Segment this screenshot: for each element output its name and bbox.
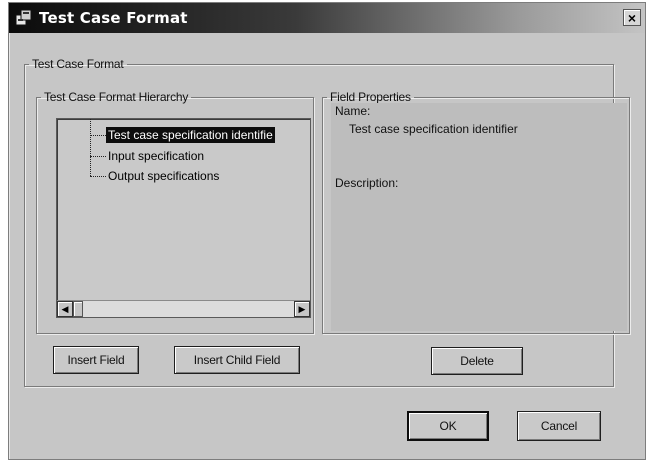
insert-field-button[interactable]: Insert Field [53,346,139,374]
field-properties-group-label: Field Properties [330,90,411,104]
tree-item-input-spec[interactable]: Input specification [106,148,206,164]
tree-item-label: Input specification [108,149,205,163]
arrow-left-icon: ◀ [61,303,69,314]
tree-item-label: Test case specification identifie [108,128,273,142]
name-label: Name: [335,104,371,118]
close-icon: × [627,9,637,26]
test-case-format-group-label: Test Case Format [32,57,124,71]
hierarchy-tree[interactable]: Test case specification identifie Input … [56,118,311,318]
description-label: Description: [335,176,399,190]
tree-item-test-case-spec-id[interactable]: Test case specification identifie [106,127,275,143]
tree-item-label: Output specifications [108,169,220,183]
tree-root-connector [90,119,91,176]
scroll-right-button[interactable]: ▶ [294,301,310,317]
insert-field-label: Insert Field [67,353,125,367]
delete-label: Delete [460,354,494,368]
close-button[interactable]: × [623,9,641,26]
insert-child-field-label: Insert Child Field [193,353,281,367]
field-properties-panel: Name: Test case specification identifier… [331,103,627,331]
arrow-right-icon: ▶ [298,303,306,314]
scroll-thumb[interactable] [73,301,83,317]
format-hierarchy-group-label: Test Case Format Hierarchy [44,90,189,104]
window-title: Test Case Format [39,9,188,27]
cancel-label: Cancel [540,419,578,433]
delete-button[interactable]: Delete [431,347,523,375]
cancel-button[interactable]: Cancel [517,411,601,441]
dialog-window: Test Case Format × Test Case Format Test… [8,2,646,460]
ok-label: OK [439,419,457,433]
tree-branch-2 [90,156,106,157]
horizontal-scrollbar[interactable]: ◀ ▶ [57,300,310,317]
scroll-left-button[interactable]: ◀ [57,301,73,317]
app-icon [15,9,33,27]
title-bar[interactable]: Test Case Format × [9,3,645,33]
tree-item-output-spec[interactable]: Output specifications [106,168,221,184]
ok-button[interactable]: OK [407,411,489,441]
tree-branch-3 [90,176,106,177]
insert-child-field-button[interactable]: Insert Child Field [174,346,300,374]
tree-branch-1 [90,135,106,136]
name-value: Test case specification identifier [349,122,518,136]
